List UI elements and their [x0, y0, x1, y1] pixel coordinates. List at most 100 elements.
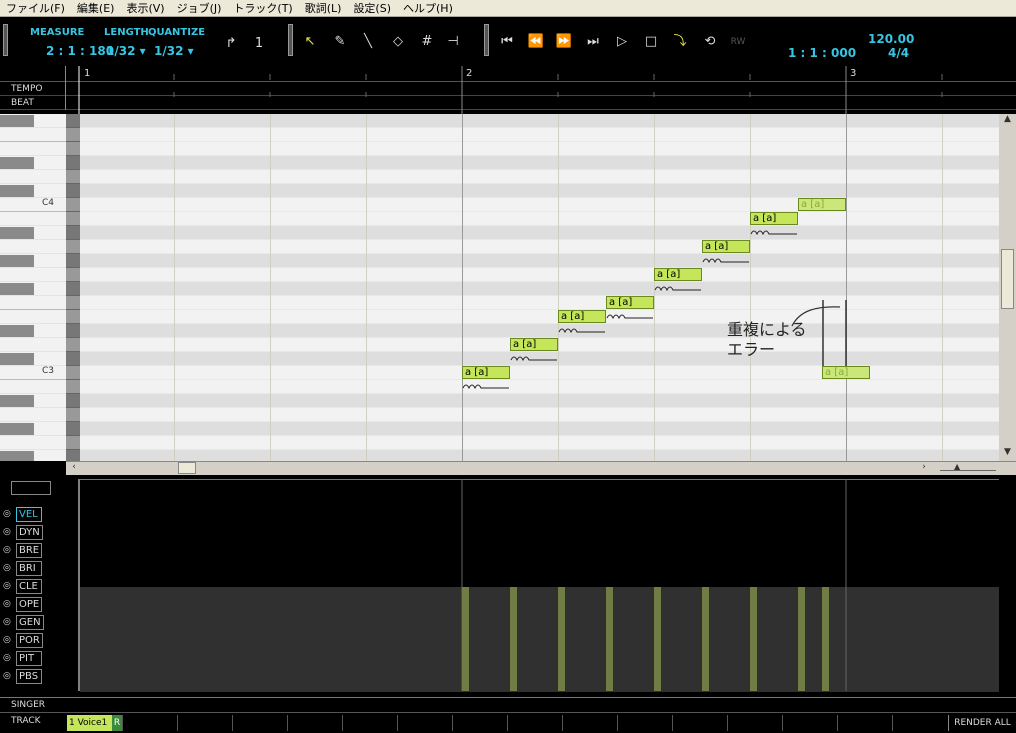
piano-key[interactable] — [0, 380, 66, 394]
key-side-strip — [66, 436, 80, 450]
rewind-icon[interactable]: ⏪ — [526, 32, 546, 52]
line-tool-icon[interactable]: ╲ — [358, 32, 378, 52]
empty-track-slot[interactable] — [177, 715, 232, 731]
toolbar-grip[interactable] — [3, 24, 8, 56]
black-key[interactable] — [0, 283, 34, 295]
menu-item-1[interactable]: 編集(E) — [71, 0, 121, 16]
piano-keyboard[interactable] — [0, 114, 80, 461]
track-tab-voice1[interactable]: 1 Voice1 — [67, 715, 112, 731]
curve-toggle-icon[interactable]: ⊣ — [443, 32, 463, 52]
beat-line — [942, 114, 943, 461]
piano-key[interactable] — [0, 366, 66, 380]
key-side-strip — [66, 170, 80, 184]
horizontal-scrollbar[interactable]: ‹ › ▲ — [66, 461, 1016, 475]
piano-key[interactable] — [0, 128, 66, 142]
quantize-dropdown[interactable]: 1/32 ▾ — [154, 44, 194, 58]
play-icon[interactable]: ▷ — [612, 32, 632, 52]
piano-key[interactable] — [0, 338, 66, 352]
black-key[interactable] — [0, 451, 34, 461]
pitch-row — [80, 268, 999, 282]
black-key[interactable] — [0, 185, 34, 197]
toolbar-grip-2[interactable] — [288, 24, 293, 56]
toolbar: MEASURE LENGTH QUANTIZE 2 : 1 : 180 1/32… — [0, 18, 1016, 64]
stop-icon[interactable]: □ — [641, 32, 661, 52]
scroll-left-icon[interactable]: ‹ — [68, 462, 80, 474]
go-start-icon[interactable]: ⏮ — [497, 32, 517, 52]
menu-item-4[interactable]: トラック(T) — [227, 0, 298, 16]
piano-roll-grid[interactable] — [80, 114, 999, 461]
empty-track-slot[interactable] — [452, 715, 507, 731]
start-marker-icon[interactable]: ↱ — [221, 34, 241, 54]
black-key[interactable] — [0, 423, 34, 435]
key-side-strip — [66, 352, 80, 366]
empty-track-slot[interactable] — [782, 715, 837, 731]
fast-forward-icon[interactable]: ⏩ — [554, 32, 574, 52]
pitch-row — [80, 436, 999, 450]
go-end-icon[interactable]: ⏭ — [583, 32, 603, 52]
piano-key[interactable] — [0, 142, 66, 156]
pitch-row — [80, 408, 999, 422]
scroll-right-icon[interactable]: › — [918, 462, 930, 474]
singer-row[interactable]: SINGER — [0, 697, 1016, 713]
scroll-down-icon[interactable]: ▼ — [1001, 447, 1014, 459]
piano-key[interactable] — [0, 310, 66, 324]
empty-track-slot[interactable] — [397, 715, 452, 731]
pitch-row — [80, 184, 999, 198]
key-side-strip — [66, 184, 80, 198]
menu-item-0[interactable]: ファイル(F) — [0, 0, 71, 16]
empty-track-slot[interactable] — [727, 715, 782, 731]
key-label-c3: C3 — [42, 366, 55, 376]
scroll-up-icon[interactable]: ▲ — [1001, 114, 1014, 126]
piano-key[interactable] — [0, 212, 66, 226]
vertical-scrollbar[interactable]: ▲ ▼ — [999, 114, 1016, 461]
empty-track-slot[interactable] — [287, 715, 342, 731]
piano-key[interactable] — [0, 240, 66, 254]
menu-item-5[interactable]: 歌詞(L) — [299, 0, 348, 16]
menu-item-2[interactable]: 表示(V) — [120, 0, 170, 16]
menu-item-3[interactable]: ジョブ(J) — [171, 0, 228, 16]
piano-key[interactable] — [0, 170, 66, 184]
rewrite-icon[interactable]: RW — [728, 32, 748, 52]
toolbar-grip-3[interactable] — [484, 24, 489, 56]
black-key[interactable] — [0, 325, 34, 337]
menu-item-6[interactable]: 設定(S) — [347, 0, 397, 16]
empty-track-slot[interactable] — [672, 715, 727, 731]
key-side-strip — [66, 114, 80, 128]
black-key[interactable] — [0, 157, 34, 169]
piano-key[interactable] — [0, 408, 66, 422]
loop-icon[interactable]: ⟲ — [700, 32, 720, 52]
pencil-tool-icon[interactable]: ✎ — [330, 32, 350, 52]
key-side-strip — [66, 450, 80, 461]
tempo-readout: 120.00 — [868, 32, 915, 46]
vertical-scroll-thumb[interactable] — [1001, 249, 1014, 309]
empty-track-slot[interactable] — [232, 715, 287, 731]
empty-track-slot[interactable] — [562, 715, 617, 731]
piano-key[interactable] — [0, 268, 66, 282]
menu-item-7[interactable]: ヘルプ(H) — [397, 0, 459, 16]
length-dropdown[interactable]: 1/32 ▾ — [106, 44, 146, 58]
black-key[interactable] — [0, 115, 34, 127]
empty-track-slot[interactable] — [122, 715, 177, 731]
black-key[interactable] — [0, 353, 34, 365]
black-key[interactable] — [0, 255, 34, 267]
empty-track-slot[interactable] — [617, 715, 672, 731]
render-flag[interactable]: R — [112, 715, 122, 731]
black-key[interactable] — [0, 395, 34, 407]
grid-toggle-icon[interactable]: # — [417, 32, 437, 52]
piano-key[interactable] — [0, 296, 66, 310]
end-marker-icon[interactable]: 1 — [249, 34, 269, 54]
horizontal-scroll-thumb[interactable] — [178, 462, 196, 474]
render-all-button[interactable]: RENDER ALL — [948, 715, 1016, 731]
zoom-slider[interactable]: ▲ — [940, 462, 996, 471]
piano-key[interactable] — [0, 198, 66, 212]
zoom-slider-handle-icon[interactable]: ▲ — [954, 462, 960, 471]
empty-track-slot[interactable] — [892, 715, 947, 731]
black-key[interactable] — [0, 227, 34, 239]
empty-track-slot[interactable] — [342, 715, 397, 731]
piano-key[interactable] — [0, 436, 66, 450]
empty-track-slot[interactable] — [507, 715, 562, 731]
auto-scroll-icon[interactable]: ⤵ — [670, 32, 690, 52]
arrow-tool-icon[interactable]: ↖ — [300, 32, 320, 52]
empty-track-slot[interactable] — [837, 715, 892, 731]
eraser-tool-icon[interactable]: ◇ — [388, 32, 408, 52]
